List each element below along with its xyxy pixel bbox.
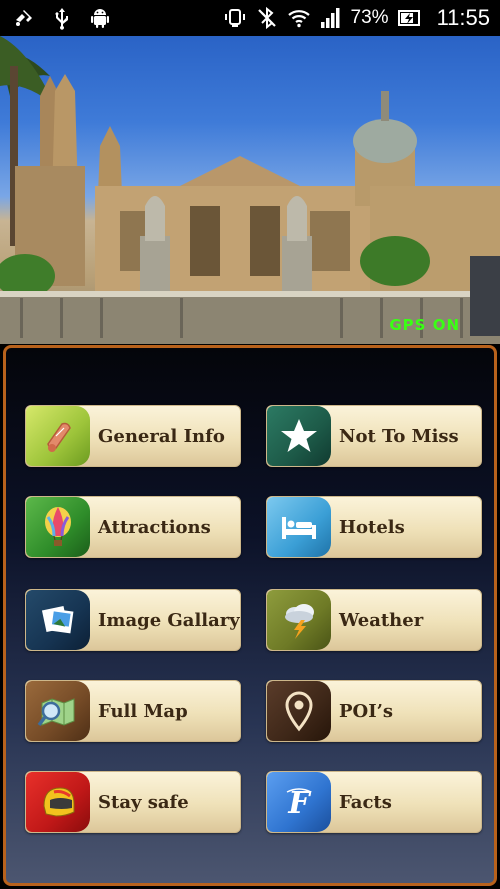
android-icon — [88, 6, 112, 30]
hotels-label: Hotels — [339, 516, 405, 538]
weather-button[interactable]: Weather — [266, 589, 482, 651]
gps-status: GPS ON — [389, 316, 460, 334]
attractions-label: Attractions — [98, 516, 211, 538]
weather-label: Weather — [339, 609, 424, 631]
battery-charging-icon — [397, 6, 421, 30]
full-map-label: Full Map — [98, 700, 188, 722]
hot-air-balloon-icon — [26, 497, 90, 557]
signal-icon — [319, 6, 343, 30]
fact-f-icon: F — [267, 772, 331, 832]
stay-safe-label: Stay safe — [98, 791, 189, 813]
facts-label: Facts — [339, 791, 392, 813]
clock: 11:55 — [436, 5, 490, 30]
photos-icon — [26, 590, 90, 650]
storm-cloud-icon — [267, 590, 331, 650]
not-to-miss-button[interactable]: Not To Miss — [266, 405, 482, 467]
pois-button[interactable]: POI’s — [266, 680, 482, 742]
image-gallery-label: Image Gallary — [98, 609, 240, 631]
map-pin-icon — [267, 681, 331, 741]
battery-percentage: 73% — [350, 7, 389, 28]
facts-button[interactable]: F Facts — [266, 771, 482, 833]
city-photo: GPS ON — [0, 36, 500, 344]
map-magnifier-icon — [26, 681, 90, 741]
pois-label: POI’s — [339, 700, 394, 722]
stay-safe-button[interactable]: Stay safe — [25, 771, 241, 833]
bluetooth-off-icon — [255, 6, 279, 30]
scroll-icon — [26, 406, 90, 466]
menu-panel: General Info Not To Miss Attractions Hot… — [3, 345, 497, 886]
status-bar: 73% 11:55 — [0, 0, 500, 36]
bed-icon — [267, 497, 331, 557]
wifi-icon — [287, 6, 311, 30]
cathedral-illustration — [0, 36, 500, 344]
usb-icon — [50, 6, 74, 30]
hotels-button[interactable]: Hotels — [266, 496, 482, 558]
vibrate-icon — [223, 6, 247, 30]
full-map-button[interactable]: Full Map — [25, 680, 241, 742]
usb-debug-icon — [12, 6, 36, 30]
image-gallery-button[interactable]: Image Gallary — [25, 589, 241, 651]
general-info-button[interactable]: General Info — [25, 405, 241, 467]
star-icon — [267, 406, 331, 466]
helmet-icon — [26, 772, 90, 832]
not-to-miss-label: Not To Miss — [339, 425, 459, 447]
general-info-label: General Info — [98, 425, 225, 447]
attractions-button[interactable]: Attractions — [25, 496, 241, 558]
